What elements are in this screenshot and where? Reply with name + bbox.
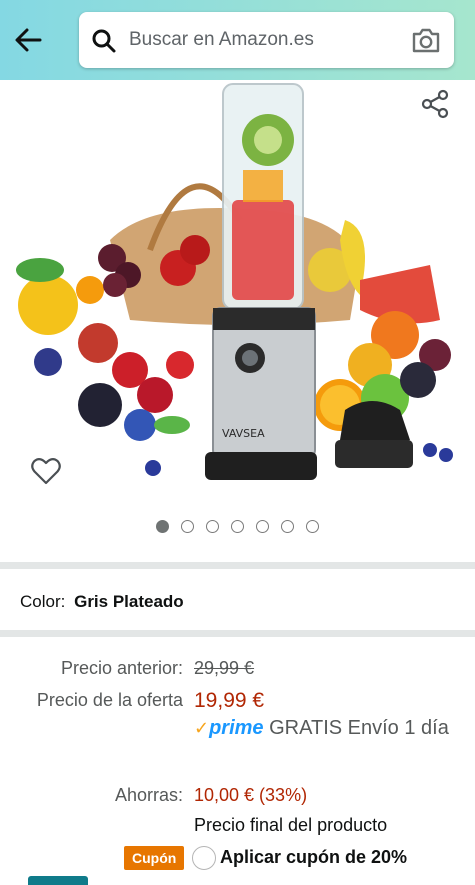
pagination-dot[interactable] [306, 520, 319, 533]
wishlist-button[interactable] [30, 456, 62, 486]
section-divider [0, 562, 475, 569]
image-pagination[interactable] [0, 520, 475, 534]
deal-price-label: Precio de la oferta [36, 690, 183, 710]
savings-value: 10,00 € (33%) [194, 785, 308, 805]
pagination-dot[interactable] [181, 520, 194, 533]
final-price-note: Precio final del producto [194, 815, 388, 835]
coupon-badge: Cupón [124, 846, 185, 870]
share-icon [421, 89, 449, 119]
color-selector[interactable]: Color: Gris Plateado [20, 592, 184, 612]
share-button[interactable] [419, 88, 451, 120]
back-button[interactable] [10, 22, 46, 58]
prime-word: prime [209, 717, 264, 739]
brand-label: VAVSEA [222, 427, 265, 440]
search-input[interactable] [129, 24, 399, 56]
pagination-dot[interactable] [231, 520, 244, 533]
previous-price-value: 29,99 € [194, 658, 255, 678]
camera-icon[interactable] [410, 26, 442, 54]
app-header [0, 0, 475, 80]
coupon-text[interactable]: Aplicar cupón de 20% [220, 847, 407, 868]
prime-logo: ✓prime [194, 713, 264, 743]
product-image[interactable]: VAVSEA [0, 80, 475, 500]
coupon-checkbox[interactable] [192, 846, 216, 870]
prime-shipping[interactable]: ✓prime GRATIS Envío 1 día [194, 713, 454, 743]
color-value: Gris Plateado [74, 592, 184, 611]
previous-price-label: Precio anterior: [60, 658, 183, 678]
savings-label: Ahorras: [114, 785, 183, 805]
pagination-dot[interactable] [206, 520, 219, 533]
shipping-text: GRATIS Envío 1 día [269, 717, 449, 739]
arrow-left-icon [15, 28, 42, 52]
search-bar[interactable] [79, 12, 454, 68]
prime-check-icon: ✓ [194, 718, 210, 738]
color-label: Color: [20, 592, 66, 611]
pagination-dot[interactable] [156, 520, 169, 533]
deal-price-value: 19,99 € [194, 689, 265, 712]
search-icon[interactable] [91, 28, 117, 54]
bottom-tab-indicator [28, 876, 88, 885]
pagination-dot[interactable] [281, 520, 294, 533]
pagination-dot[interactable] [256, 520, 269, 533]
heart-outline-icon [31, 458, 61, 485]
section-divider [0, 630, 475, 637]
product-image-gallery[interactable]: VAVSEA [0, 80, 475, 560]
